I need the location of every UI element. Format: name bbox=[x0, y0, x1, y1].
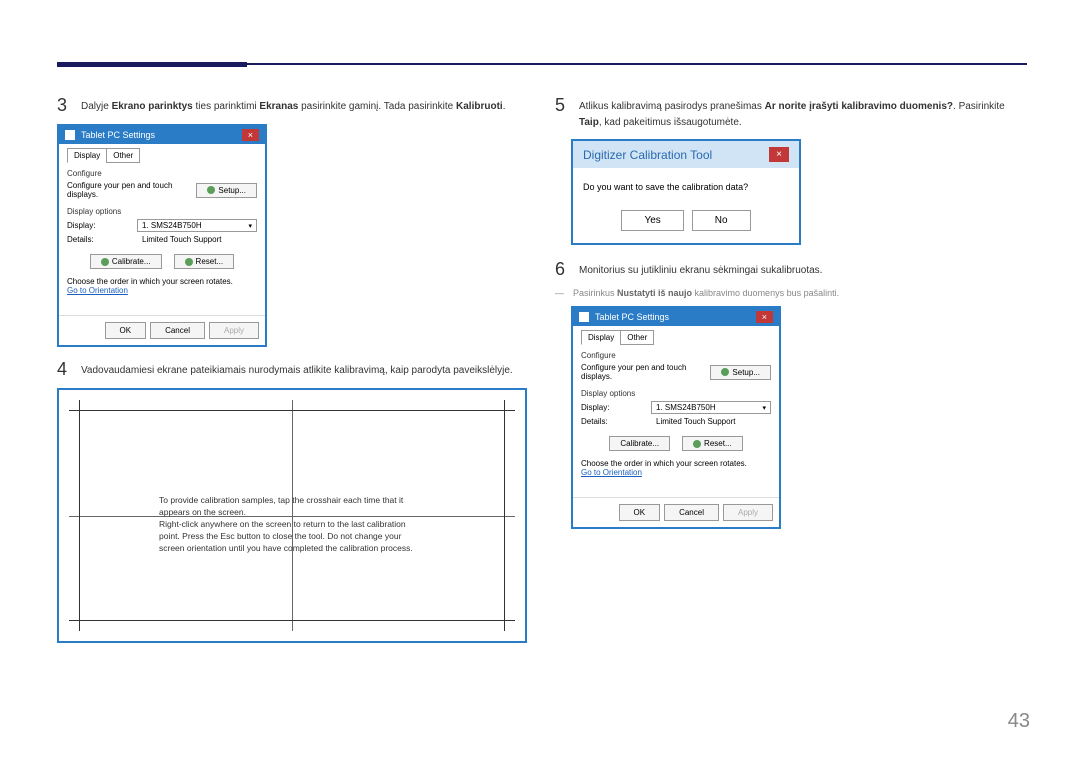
close-icon[interactable]: × bbox=[756, 311, 773, 323]
window-titlebar: Tablet PC Settings × bbox=[573, 308, 779, 326]
configure-text: Configure your pen and touch displays. bbox=[581, 363, 700, 381]
step-text: Vadovaudamiesi ekrane pateikiamais nurod… bbox=[81, 359, 513, 379]
tablet-pc-settings-window-2: Tablet PC Settings × Display Other Confi… bbox=[571, 306, 781, 529]
shield-icon bbox=[721, 368, 729, 376]
dialog-title: Digitizer Calibration Tool bbox=[583, 148, 712, 162]
details-label: Details: bbox=[581, 417, 646, 426]
ok-button[interactable]: OK bbox=[105, 322, 147, 339]
display-options-label: Display options bbox=[581, 389, 771, 398]
window-icon bbox=[579, 312, 589, 322]
close-icon[interactable]: × bbox=[769, 147, 789, 162]
reset-button[interactable]: Reset... bbox=[174, 254, 235, 269]
order-text: Choose the order in which your screen ro… bbox=[581, 459, 771, 468]
step-6: 6 Monitorius su jutikliniu ekranu sėkmin… bbox=[555, 259, 1025, 280]
reset-button[interactable]: Reset... bbox=[682, 436, 743, 451]
window-body: Display Other Configure Configure your p… bbox=[573, 326, 779, 487]
display-dropdown[interactable]: 1. SMS24B750H▾ bbox=[651, 401, 771, 414]
details-label: Details: bbox=[67, 235, 132, 244]
no-button[interactable]: No bbox=[692, 210, 751, 231]
header-accent bbox=[57, 62, 247, 67]
display-options-label: Display options bbox=[67, 207, 257, 216]
step-number: 6 bbox=[555, 259, 579, 280]
details-value: Limited Touch Support bbox=[656, 417, 735, 426]
chevron-down-icon: ▾ bbox=[248, 222, 252, 230]
tab-other[interactable]: Other bbox=[620, 330, 654, 345]
tab-display[interactable]: Display bbox=[67, 148, 107, 163]
step-text: Monitorius su jutikliniu ekranu sėkminga… bbox=[579, 259, 822, 279]
window-icon bbox=[65, 130, 75, 140]
step-number: 3 bbox=[57, 95, 81, 116]
close-icon[interactable]: × bbox=[242, 129, 259, 141]
calibrate-button[interactable]: Calibrate... bbox=[90, 254, 162, 269]
note-text: Pasirinkus Nustatyti iš naujo kalibravim… bbox=[573, 288, 839, 298]
shield-icon bbox=[185, 258, 193, 266]
apply-button[interactable]: Apply bbox=[723, 504, 773, 521]
tab-other[interactable]: Other bbox=[106, 148, 140, 163]
shield-icon bbox=[101, 258, 109, 266]
dialog-titlebar: Digitizer Calibration Tool × bbox=[573, 141, 799, 168]
window-title: Tablet PC Settings bbox=[595, 312, 669, 322]
digitizer-calibration-dialog: Digitizer Calibration Tool × Do you want… bbox=[571, 139, 801, 245]
setup-button[interactable]: Setup... bbox=[196, 183, 257, 198]
configure-label: Configure bbox=[581, 351, 771, 360]
note-dash: ― bbox=[555, 288, 573, 298]
step-number: 4 bbox=[57, 359, 81, 380]
chevron-down-icon: ▾ bbox=[762, 404, 766, 412]
right-column: 5 Atlikus kalibravimą pasirodys pranešim… bbox=[555, 95, 1025, 541]
setup-button[interactable]: Setup... bbox=[710, 365, 771, 380]
display-label: Display: bbox=[67, 221, 127, 230]
page-number: 43 bbox=[1008, 710, 1030, 733]
yes-button[interactable]: Yes bbox=[621, 210, 683, 231]
orientation-link[interactable]: Go to Orientation bbox=[67, 286, 257, 295]
order-text: Choose the order in which your screen ro… bbox=[67, 277, 257, 286]
shield-icon bbox=[693, 440, 701, 448]
step-4: 4 Vadovaudamiesi ekrane pateikiamais nur… bbox=[57, 359, 532, 380]
calibration-screen: To provide calibration samples, tap the … bbox=[57, 388, 527, 643]
shield-icon bbox=[207, 186, 215, 194]
ok-button[interactable]: OK bbox=[619, 504, 661, 521]
cancel-button[interactable]: Cancel bbox=[150, 322, 205, 339]
window-titlebar: Tablet PC Settings × bbox=[59, 126, 265, 144]
apply-button[interactable]: Apply bbox=[209, 322, 259, 339]
orientation-link[interactable]: Go to Orientation bbox=[581, 468, 771, 477]
details-value: Limited Touch Support bbox=[142, 235, 221, 244]
step-text: Dalyje Ekrano parinktys ties parinktimi … bbox=[81, 95, 505, 115]
dialog-body: Do you want to save the calibration data… bbox=[573, 168, 799, 202]
calibrate-button[interactable]: Calibrate... bbox=[609, 436, 670, 451]
display-dropdown[interactable]: 1. SMS24B750H▾ bbox=[137, 219, 257, 232]
display-label: Display: bbox=[581, 403, 641, 412]
note: ― Pasirinkus Nustatyti iš naujo kalibrav… bbox=[555, 288, 1025, 298]
tab-display[interactable]: Display bbox=[581, 330, 621, 345]
configure-label: Configure bbox=[67, 169, 257, 178]
step-3: 3 Dalyje Ekrano parinktys ties parinktim… bbox=[57, 95, 532, 116]
window-body: Display Other Configure Configure your p… bbox=[59, 144, 265, 305]
step-5: 5 Atlikus kalibravimą pasirodys pranešim… bbox=[555, 95, 1025, 131]
step-number: 5 bbox=[555, 95, 579, 116]
cancel-button[interactable]: Cancel bbox=[664, 504, 719, 521]
window-title: Tablet PC Settings bbox=[81, 130, 155, 140]
step-text: Atlikus kalibravimą pasirodys pranešimas… bbox=[579, 95, 1025, 131]
tablet-pc-settings-window-1: Tablet PC Settings × Display Other Confi… bbox=[57, 124, 267, 347]
left-column: 3 Dalyje Ekrano parinktys ties parinktim… bbox=[57, 95, 532, 643]
configure-text: Configure your pen and touch displays. bbox=[67, 181, 186, 199]
calibration-instructions: To provide calibration samples, tap the … bbox=[159, 495, 425, 554]
